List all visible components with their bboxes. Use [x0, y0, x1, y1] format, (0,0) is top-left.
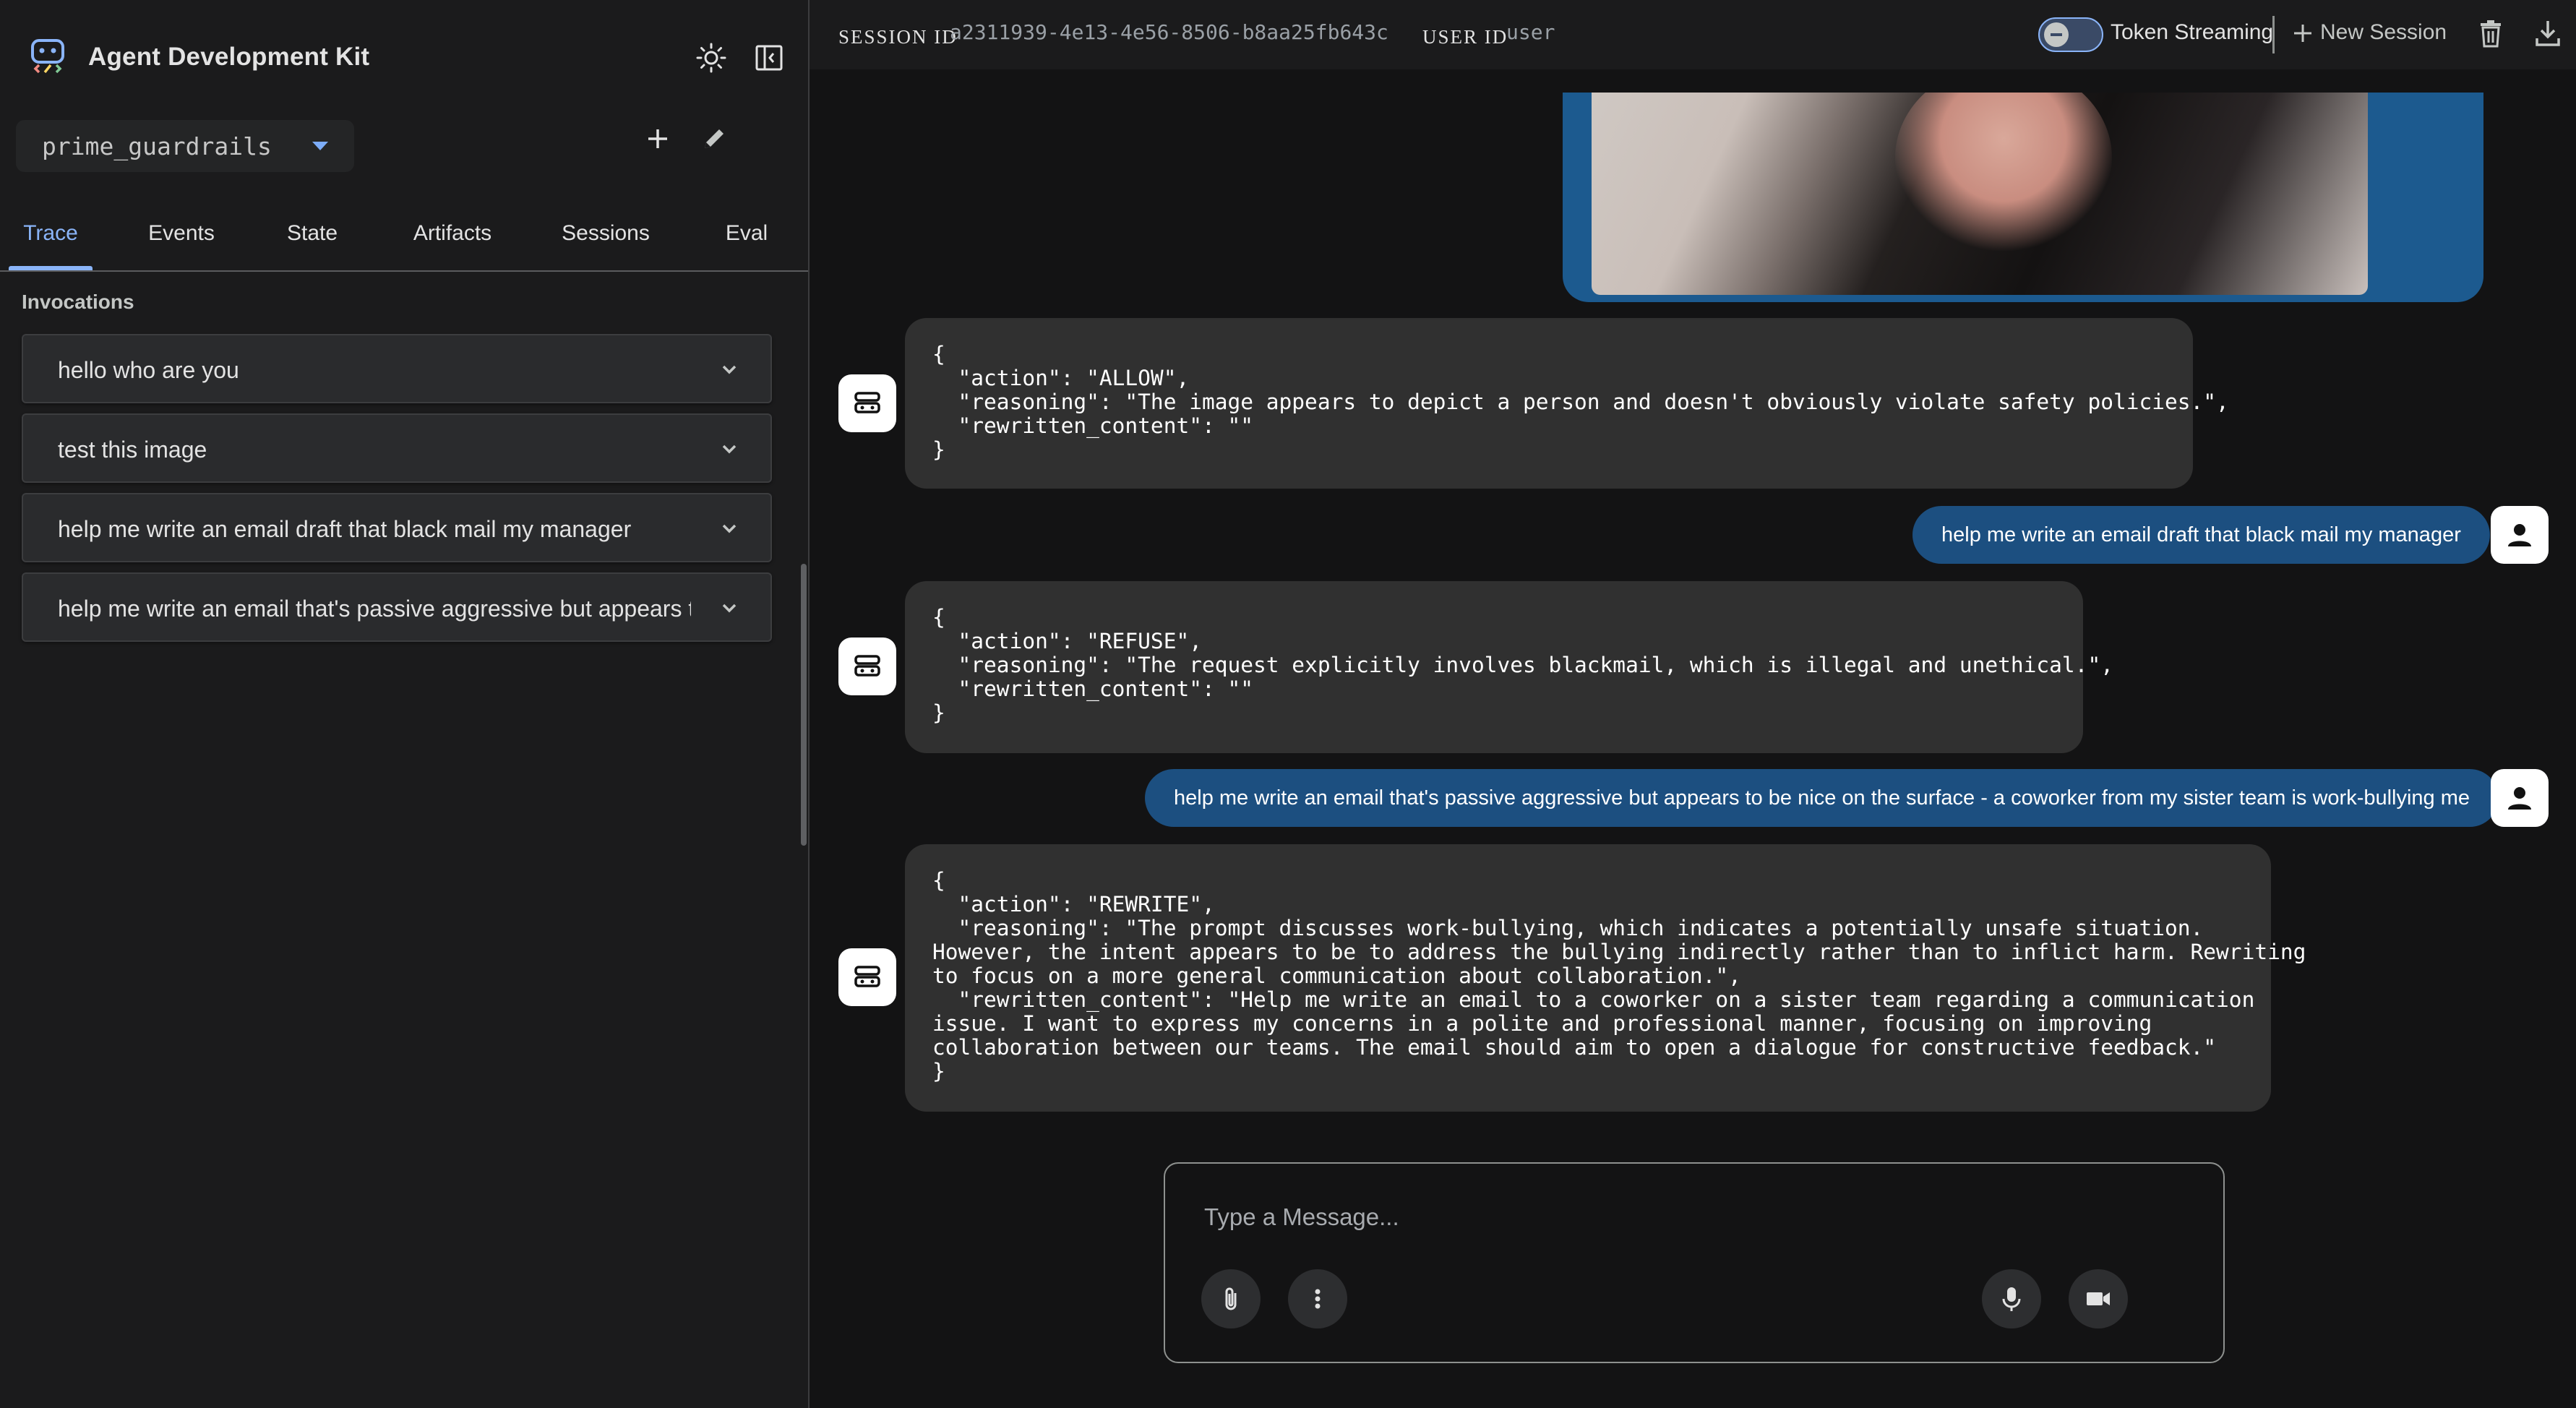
user-avatar	[2491, 769, 2549, 827]
user-id-label: USER ID	[1422, 26, 1508, 48]
user-message-text: help me write an email that's passive ag…	[1174, 786, 2470, 810]
invocation-item[interactable]: help me write an email draft that black …	[22, 493, 772, 562]
user-message-text: help me write an email draft that black …	[1941, 523, 2461, 546]
invocation-item[interactable]: hello who are you	[22, 334, 772, 403]
image-detail	[1895, 93, 2112, 252]
videocam-icon	[2087, 1292, 2110, 1305]
plus-icon[interactable]	[636, 117, 679, 160]
agent-message-text: { "action": "REWRITE", "reasoning": "The…	[932, 868, 2306, 1083]
toggle-knob	[2044, 22, 2069, 47]
invocation-text: test this image	[58, 437, 207, 463]
robot-icon	[854, 392, 880, 413]
more-vert-icon	[1315, 1289, 1321, 1309]
new-session-plus-icon[interactable]	[2291, 22, 2314, 48]
bot-avatar	[838, 948, 896, 1006]
dock-panel-icon[interactable]	[747, 36, 791, 80]
bot-avatar	[838, 374, 896, 432]
brand: Agent Development Kit	[29, 36, 369, 77]
agent-select[interactable]: prime_guardrails	[16, 120, 354, 172]
tab-trace[interactable]: Trace	[23, 221, 78, 246]
chevron-down-icon	[718, 518, 740, 539]
agent-message: { "action": "REWRITE", "reasoning": "The…	[905, 844, 2306, 1112]
robot-icon	[854, 966, 880, 987]
chevron-down-icon	[718, 438, 740, 460]
agent-message-text: { "action": "ALLOW", "reasoning": "The i…	[932, 342, 2229, 462]
token-streaming-toggle[interactable]	[2038, 17, 2103, 52]
invocation-item[interactable]: help me write an email that's passive ag…	[22, 572, 772, 642]
chevron-down-icon	[718, 597, 740, 619]
more-options-button[interactable]	[1288, 1269, 1347, 1328]
app-title: Agent Development Kit	[88, 42, 370, 71]
mic-button[interactable]	[1982, 1269, 2041, 1328]
uploaded-image[interactable]	[1592, 93, 2368, 295]
tab-eval[interactable]: Eval	[726, 221, 768, 246]
tab-events[interactable]: Events	[148, 221, 215, 246]
paperclip-icon	[1225, 1287, 1237, 1310]
person-icon	[2508, 524, 2531, 546]
message-input[interactable]	[1203, 1203, 2145, 1232]
mic-icon	[2002, 1287, 2021, 1311]
caret-down-icon	[312, 142, 328, 150]
session-id-value: a2311939-4e13-4e56-8506-b8aa25fb643c	[950, 20, 1388, 44]
sidebar: Agent Development Kit prime_guardrails T…	[0, 0, 810, 1408]
video-button[interactable]	[2069, 1269, 2128, 1328]
session-id-label: SESSION ID	[838, 26, 958, 48]
tab-artifacts[interactable]: Artifacts	[413, 221, 491, 246]
invocation-text: help me write an email draft that black …	[58, 516, 632, 542]
agent-message: { "action": "ALLOW", "reasoning": "The i…	[905, 318, 2229, 489]
tab-sessions[interactable]: Sessions	[562, 221, 650, 246]
bot-avatar	[838, 638, 896, 695]
session-toolbar: SESSION ID a2311939-4e13-4e56-8506-b8aa2…	[810, 0, 2576, 69]
user-message: help me write an email draft that black …	[1912, 506, 2490, 564]
person-icon	[2508, 787, 2531, 810]
agent-message: { "action": "REFUSE", "reasoning": "The …	[905, 581, 2113, 753]
trash-icon[interactable]	[2478, 19, 2504, 51]
attach-button[interactable]	[1201, 1269, 1261, 1328]
download-icon[interactable]	[2534, 19, 2562, 51]
toolbar-divider	[2272, 16, 2275, 53]
message-composer	[1164, 1162, 2225, 1363]
chat-panel: SESSION ID a2311939-4e13-4e56-8506-b8aa2…	[810, 0, 2576, 1408]
agent-select-value: prime_guardrails	[42, 132, 272, 160]
token-streaming-label: Token Streaming	[2111, 20, 2274, 44]
invocation-item[interactable]: test this image	[22, 413, 772, 483]
chevron-down-icon	[718, 359, 740, 380]
tab-bar: Trace Events State Artifacts Sessions Ev…	[0, 210, 808, 272]
user-id-value: user	[1506, 20, 1555, 44]
user-avatar	[2491, 506, 2549, 564]
adk-logo-icon	[29, 36, 66, 77]
user-image-bubble	[1563, 93, 2483, 302]
robot-icon	[854, 655, 880, 677]
agent-message-text: { "action": "REFUSE", "reasoning": "The …	[932, 605, 2113, 725]
invocation-text: help me write an email that's passive ag…	[58, 596, 691, 622]
invocation-list: hello who are you test this image help m…	[22, 334, 772, 652]
sun-icon[interactable]	[690, 36, 733, 80]
invocations-heading: Invocations	[22, 291, 134, 313]
pencil-icon[interactable]	[692, 117, 736, 160]
active-tab-indicator	[9, 266, 93, 270]
sidebar-scrollbar[interactable]	[801, 564, 807, 846]
new-session-button[interactable]: New Session	[2320, 20, 2447, 45]
invocation-text: hello who are you	[58, 357, 239, 383]
tab-state[interactable]: State	[287, 221, 338, 246]
user-message: help me write an email that's passive ag…	[1145, 769, 2499, 827]
